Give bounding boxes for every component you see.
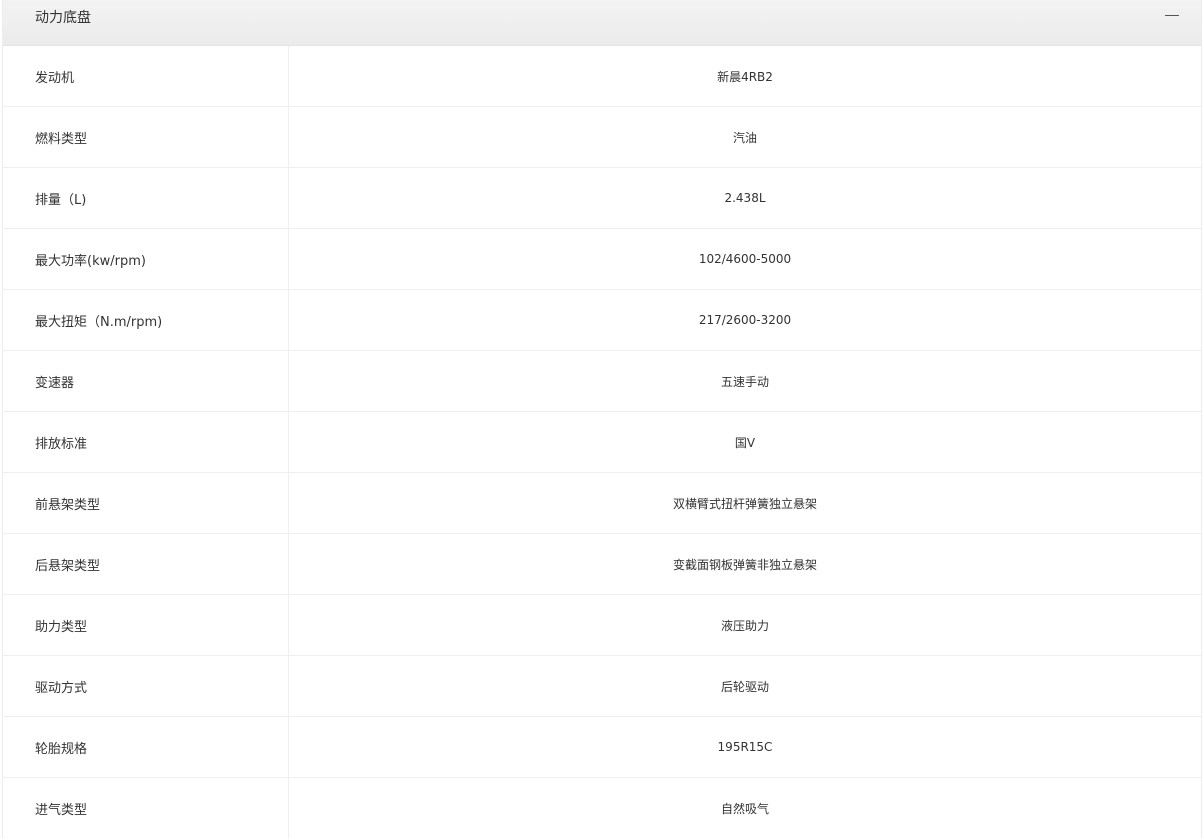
spec-value: 变截面钢板弹簧非独立悬架 xyxy=(672,557,817,572)
minus-icon[interactable] xyxy=(1163,6,1181,24)
spec-label: 发动机 xyxy=(3,46,289,106)
table-row: 排放标准 国V xyxy=(3,412,1201,473)
spec-value: 国V xyxy=(734,435,756,450)
spec-label: 后悬架类型 xyxy=(3,534,289,594)
spec-value: 195R15C xyxy=(717,740,773,754)
spec-value: 102/4600-5000 xyxy=(698,252,792,266)
table-row: 变速器 五速手动 xyxy=(3,351,1201,412)
spec-table: 发动机 新晨4RB2 燃料类型 汽油 排量（L) 2.438L 最大功率(kw/… xyxy=(3,46,1201,839)
spec-label: 燃料类型 xyxy=(3,107,289,167)
spec-value: 217/2600-3200 xyxy=(698,313,792,327)
spec-value: 五速手动 xyxy=(720,374,769,389)
spec-label: 助力类型 xyxy=(3,595,289,655)
spec-label: 轮胎规格 xyxy=(3,717,289,777)
table-row: 助力类型 液压助力 xyxy=(3,595,1201,656)
spec-label: 排放标准 xyxy=(3,412,289,472)
table-row: 后悬架类型 变截面钢板弹簧非独立悬架 xyxy=(3,534,1201,595)
spec-value: 汽油 xyxy=(732,130,757,145)
spec-value: 双横臂式扭杆弹簧独立悬架 xyxy=(672,496,817,511)
table-row: 前悬架类型 双横臂式扭杆弹簧独立悬架 xyxy=(3,473,1201,534)
table-row: 最大扭矩（N.m/rpm) 217/2600-3200 xyxy=(3,290,1201,351)
table-row: 发动机 新晨4RB2 xyxy=(3,46,1201,107)
spec-label: 最大扭矩（N.m/rpm) xyxy=(3,290,289,350)
table-row: 进气类型 自然吸气 xyxy=(3,778,1201,839)
spec-value: 后轮驱动 xyxy=(720,679,769,694)
spec-label: 驱动方式 xyxy=(3,656,289,716)
spec-value: 新晨4RB2 xyxy=(717,69,773,84)
spec-value: 液压助力 xyxy=(720,618,769,633)
table-row: 驱动方式 后轮驱动 xyxy=(3,656,1201,717)
section-title: 动力底盘 xyxy=(35,10,91,26)
spec-label: 排量（L) xyxy=(3,168,289,228)
spec-label: 前悬架类型 xyxy=(3,473,289,533)
spec-value: 自然吸气 xyxy=(720,802,769,816)
table-row: 排量（L) 2.438L xyxy=(3,168,1201,229)
section-header[interactable]: 动力底盘 xyxy=(3,0,1201,46)
spec-label: 进气类型 xyxy=(3,778,289,839)
spec-label: 变速器 xyxy=(3,351,289,411)
table-row: 最大功率(kw/rpm) 102/4600-5000 xyxy=(3,229,1201,290)
table-row: 燃料类型 汽油 xyxy=(3,107,1201,168)
spec-label: 最大功率(kw/rpm) xyxy=(3,229,289,289)
spec-value: 2.438L xyxy=(724,191,766,205)
table-row: 轮胎规格 195R15C xyxy=(3,717,1201,778)
spec-panel: 动力底盘 发动机 新晨4RB2 燃料类型 汽油 排量（L) 2.438L 最大功… xyxy=(2,0,1202,839)
